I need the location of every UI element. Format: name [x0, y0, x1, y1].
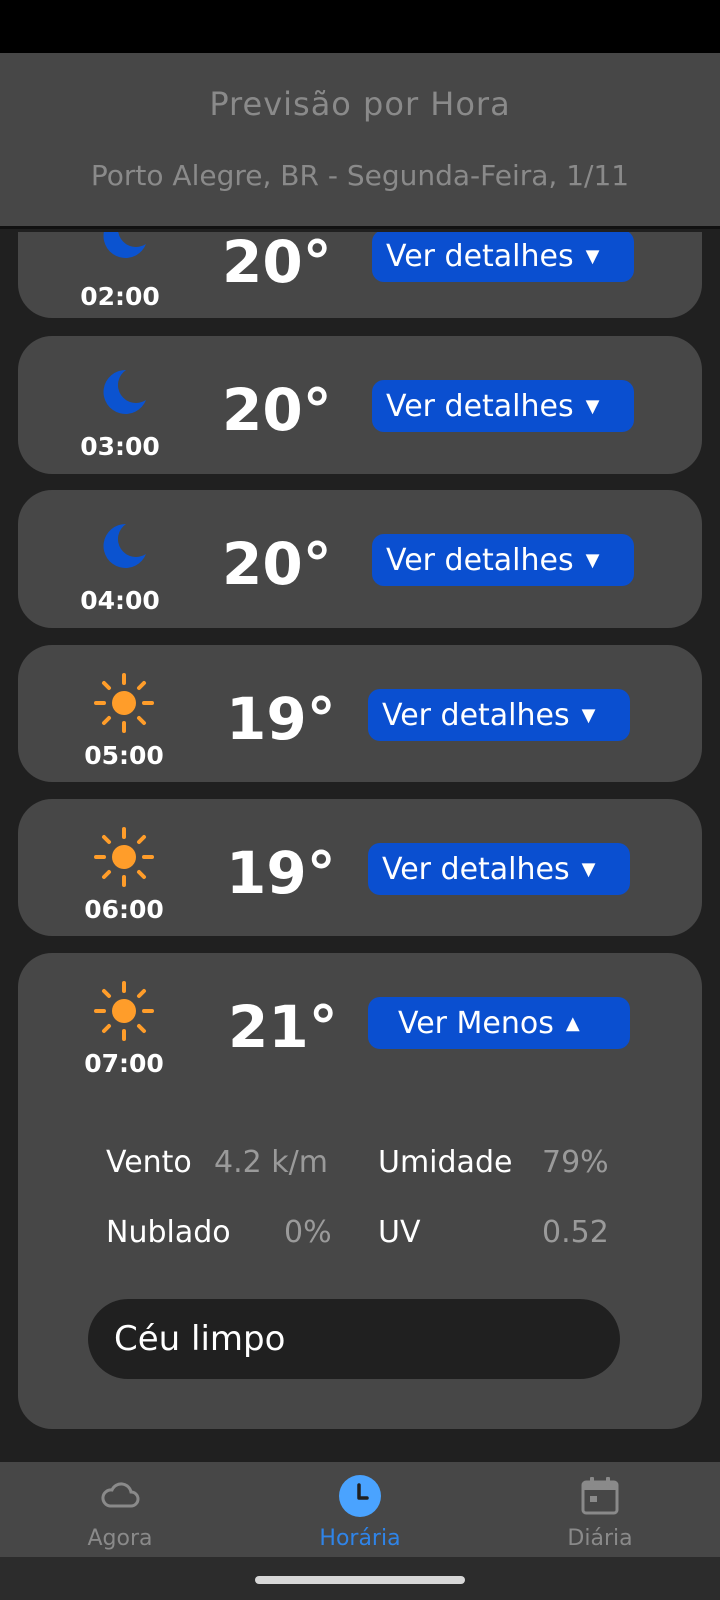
cloud-label: Nublado: [106, 1215, 231, 1250]
home-indicator[interactable]: [255, 1576, 465, 1584]
details-button[interactable]: Ver detalhes ▼: [368, 689, 630, 741]
header: Previsão por Hora Porto Alegre, BR - Seg…: [0, 53, 720, 229]
cloud-icon: [101, 1482, 140, 1508]
hour-temperature: 19°: [226, 685, 336, 753]
chevron-down-icon: ▼: [581, 704, 596, 726]
hour-temperature: 20°: [222, 376, 332, 444]
sun-icon: [94, 827, 154, 887]
hour-time: 04:00: [80, 586, 160, 615]
details-button[interactable]: Ver detalhes ▼: [372, 380, 634, 432]
details-button[interactable]: Ver detalhes ▼: [368, 843, 630, 895]
hour-time: 03:00: [80, 432, 160, 461]
chevron-down-icon: ▼: [585, 395, 600, 417]
details-button[interactable]: Ver detalhes ▼: [372, 534, 634, 586]
moon-icon: [103, 523, 146, 568]
details-button-label: Ver detalhes: [382, 697, 570, 733]
hour-temperature: 20°: [222, 530, 332, 598]
hour-temperature: 21°: [228, 993, 338, 1061]
wind-value: 4.2 k/m: [214, 1145, 328, 1180]
hour-time: 07:00: [84, 1049, 164, 1078]
hour-card: 06:00 19° Ver detalhes ▼: [18, 799, 702, 936]
chevron-up-icon: ▲: [565, 1012, 580, 1034]
weather-description: Céu limpo: [88, 1299, 620, 1379]
hour-time: 02:00: [80, 282, 160, 311]
gesture-bar-area: [0, 1557, 720, 1600]
nav-item-daily[interactable]: Diária: [520, 1462, 680, 1557]
details-button-label: Ver detalhes: [386, 388, 574, 424]
location-date-subtitle: Porto Alegre, BR - Segunda-Feira, 1/11: [90, 159, 630, 192]
nav-label-daily: Diária: [567, 1526, 633, 1551]
nav-label-now: Agora: [87, 1526, 153, 1551]
hour-temperature: 20°: [222, 232, 332, 296]
hour-time: 06:00: [84, 895, 164, 924]
sun-icon: [94, 981, 154, 1041]
clock-icon: [339, 1475, 381, 1517]
hour-card: 02:00 20° Ver detalhes ▼: [18, 232, 702, 318]
bottom-navigation: Agora Horária Diária: [0, 1462, 720, 1557]
page-title: Previsão por Hora: [209, 85, 511, 123]
details-button-label: Ver detalhes: [386, 238, 574, 274]
see-less-button[interactable]: Ver Menos ▲: [368, 997, 630, 1049]
humidity-value: 79%: [542, 1145, 609, 1180]
chevron-down-icon: ▼: [585, 245, 600, 267]
cloud-value: 0%: [284, 1215, 332, 1250]
hour-card: 05:00 19° Ver detalhes ▼: [18, 645, 702, 782]
sun-icon: [94, 673, 154, 733]
hour-time: 05:00: [84, 741, 164, 770]
wind-label: Vento: [106, 1145, 192, 1180]
hour-card: 03:00 20° Ver detalhes ▼: [18, 336, 702, 474]
hour-card: 04:00 20° Ver detalhes ▼: [18, 490, 702, 628]
nav-label-hourly: Horária: [319, 1526, 401, 1551]
status-bar: [0, 0, 720, 53]
uv-label: UV: [378, 1215, 421, 1250]
calendar-icon: [581, 1477, 619, 1515]
chevron-down-icon: ▼: [585, 549, 600, 571]
chevron-down-icon: ▼: [581, 858, 596, 880]
details-button-label: Ver detalhes: [382, 851, 570, 887]
see-less-button-label: Ver Menos: [398, 1005, 554, 1041]
uv-value: 0.52: [542, 1215, 609, 1250]
hour-card-expanded: 07:00 21° Ver Menos ▲ Vento 4.2 k/m Umid…: [18, 953, 702, 1429]
nav-item-hourly[interactable]: Horária: [280, 1462, 440, 1557]
moon-icon: [103, 369, 146, 414]
hour-temperature: 19°: [226, 839, 336, 907]
hourly-list[interactable]: 02:00 20° Ver detalhes ▼ 03:00 20° Ver d…: [0, 232, 720, 1462]
details-button[interactable]: Ver detalhes ▼: [372, 232, 634, 282]
moon-icon: [103, 232, 146, 258]
nav-item-now[interactable]: Agora: [40, 1462, 200, 1557]
details-button-label: Ver detalhes: [386, 542, 574, 578]
humidity-label: Umidade: [378, 1145, 513, 1180]
